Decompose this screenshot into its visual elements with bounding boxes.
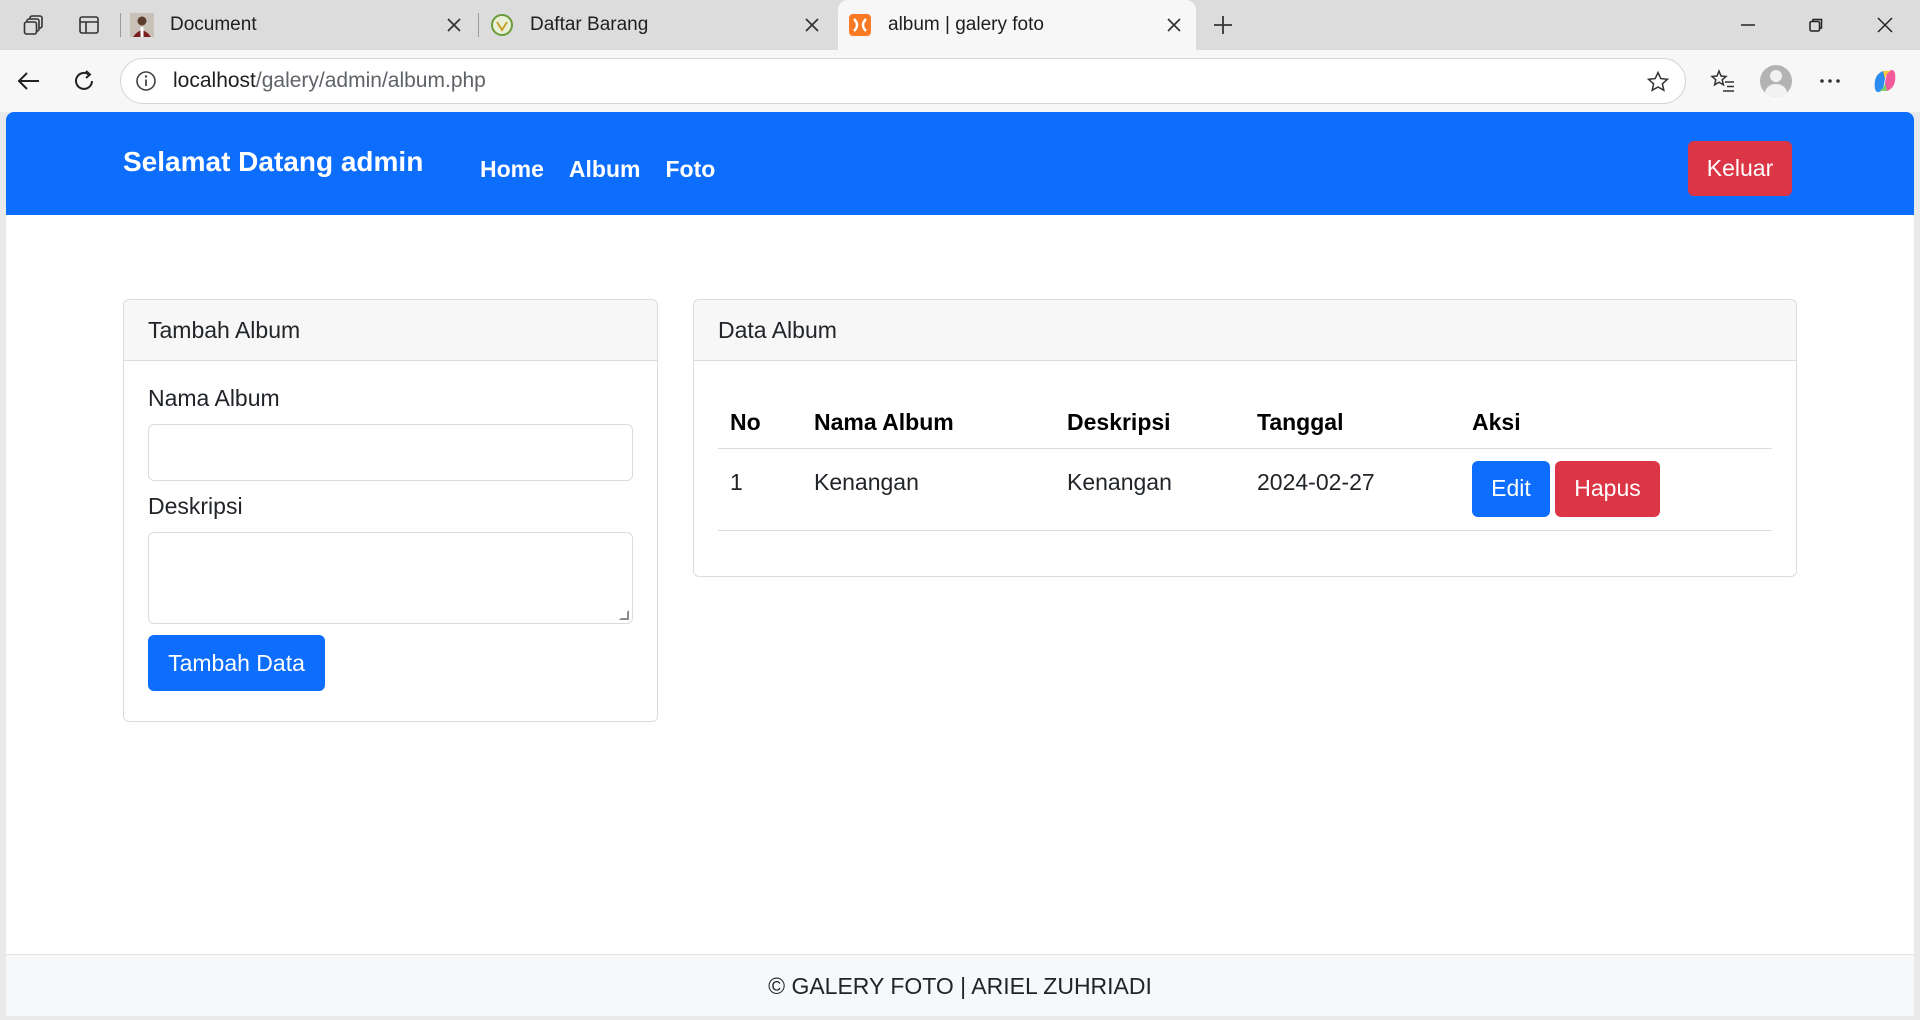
cell-deskripsi: Kenangan [1055,448,1245,531]
person-photo-icon [130,13,154,37]
column-header-aksi: Aksi [1460,398,1772,449]
url-path: /galery/admin/album.php [255,69,486,92]
address-bar[interactable]: localhost/galery/admin/album.php [120,58,1686,104]
album-table: No Nama Album Deskripsi Tanggal Aksi 1 K… [718,398,1772,531]
tab-actions-icon[interactable] [74,10,104,40]
back-arrow-icon[interactable] [12,64,46,98]
data-album-card: Data Album No Nama Album Deskripsi Tangg… [693,299,1797,577]
table-row: 1 Kenangan Kenangan 2024-02-27 Edit Hapus [718,448,1772,531]
nav-link-album[interactable]: Album [569,156,641,183]
logout-button[interactable]: Keluar [1688,141,1792,196]
close-tab-icon[interactable] [1162,13,1186,37]
tab-daftar-barang[interactable]: Daftar Barang [478,0,834,50]
footer-text: © GALERY FOTO | ARIEL ZUHRIADI [768,973,1152,999]
restore-icon[interactable] [1799,8,1833,42]
more-options-icon[interactable] [1812,63,1848,99]
copilot-icon[interactable] [1867,63,1903,99]
tab-album-galery-foto[interactable]: album | galery foto [838,0,1196,50]
nav-link-foto[interactable]: Foto [665,156,715,183]
cell-nama-album: Kenangan [802,448,1055,531]
add-album-card: Tambah Album Nama Album Deskripsi Tambah… [123,299,658,722]
cell-aksi: Edit Hapus [1460,448,1772,531]
page-footer: © GALERY FOTO | ARIEL ZUHRIADI [6,954,1914,1016]
refresh-icon[interactable] [67,64,101,98]
url-text[interactable]: localhost/galery/admin/album.php [173,69,486,93]
top-navbar: Selamat Datang admin Home Album Foto Kel… [6,112,1914,215]
table-header-row: No Nama Album Deskripsi Tanggal Aksi [718,398,1772,449]
cell-no: 1 [718,448,802,531]
cell-tanggal: 2024-02-27 [1245,448,1460,531]
close-window-icon[interactable] [1868,8,1902,42]
close-tab-icon[interactable] [800,13,824,37]
profile-icon[interactable] [1758,63,1794,99]
album-name-label: Nama Album [148,385,280,411]
minimize-icon[interactable] [1731,8,1765,42]
add-album-form: Nama Album Deskripsi Tambah Data [124,361,657,691]
nav-link-home[interactable]: Home [480,156,544,183]
description-label: Deskripsi [148,493,243,519]
browser-tab-bar: Document Daftar Barang album | galery fo… [0,0,1920,50]
browser-toolbar: localhost/galery/admin/album.php [0,50,1920,112]
tab-title: Document [170,14,257,35]
favorites-list-icon[interactable] [1705,63,1741,99]
column-header-nama-album: Nama Album [802,398,1055,449]
url-host: localhost [173,69,256,92]
column-header-tanggal: Tanggal [1245,398,1460,449]
nav-links: Home Album Foto [480,156,715,183]
page-viewport: Selamat Datang admin Home Album Foto Kel… [6,112,1914,1016]
add-data-button[interactable]: Tambah Data [148,635,325,691]
delete-button[interactable]: Hapus [1555,460,1660,517]
avatar [1760,65,1792,97]
tab-title: album | galery foto [888,14,1044,35]
close-tab-icon[interactable] [442,13,466,37]
edit-button[interactable]: Edit [1472,460,1550,517]
favorite-star-icon[interactable] [1645,69,1671,95]
column-header-deskripsi: Deskripsi [1055,398,1245,449]
tab-title: Daftar Barang [530,14,649,35]
new-tab-icon[interactable] [1208,10,1238,40]
description-textarea[interactable] [148,532,633,624]
workspaces-icon[interactable] [20,10,50,40]
green-logo-icon [490,13,514,37]
column-header-no: No [718,398,802,449]
album-name-input[interactable] [148,424,633,481]
site-info-icon[interactable] [133,68,159,94]
navbar-brand[interactable]: Selamat Datang admin [123,146,423,178]
xampp-icon [848,13,872,37]
add-album-card-header: Tambah Album [124,300,657,361]
data-album-card-header: Data Album [694,300,1796,361]
tab-document[interactable]: Document [120,0,476,50]
